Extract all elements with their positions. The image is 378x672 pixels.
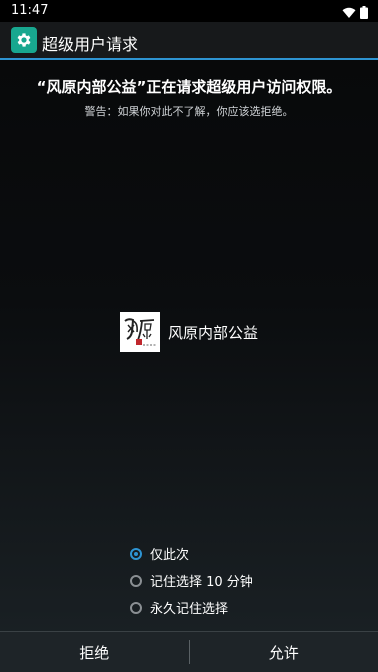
gear-icon: [11, 27, 37, 53]
request-title: “风原内部公益”正在请求超级用户访问权限。: [36, 78, 342, 96]
bottom-button-bar: 拒绝 允许: [0, 631, 378, 672]
option-forever-label: 永久记住选择: [150, 602, 229, 617]
request-warning: 警告：如果你对此不了解，你应该选拒绝。: [84, 105, 294, 118]
radio-forever[interactable]: [130, 601, 142, 614]
allow-button[interactable]: 允许: [190, 632, 378, 672]
status-bar: 11:47: [0, 0, 378, 22]
option-once[interactable]: 仅此次: [130, 540, 253, 567]
radio-10-minutes[interactable]: [130, 574, 142, 587]
option-forever[interactable]: 永久记住选择: [130, 594, 253, 621]
app-name: 风原内部公益: [168, 323, 259, 342]
option-10-minutes[interactable]: 记住选择 10 分钟: [130, 567, 253, 594]
accent-divider: [0, 58, 378, 60]
battery-icon: [360, 4, 368, 23]
app-logo: [120, 312, 160, 352]
radio-once[interactable]: [130, 547, 142, 560]
deny-button[interactable]: 拒绝: [0, 632, 189, 672]
wifi-icon: [342, 4, 356, 23]
option-10-minutes-label: 记住选择 10 分钟: [150, 575, 253, 590]
requesting-app: 风原内部公益: [120, 312, 258, 352]
status-icons: [342, 4, 368, 23]
action-bar-title: 超级用户请求: [42, 35, 139, 54]
duration-radio-group: 仅此次 记住选择 10 分钟 永久记住选择: [130, 540, 253, 621]
option-once-label: 仅此次: [150, 548, 190, 563]
action-bar: 超级用户请求: [0, 22, 378, 58]
status-time: 11:47: [11, 3, 49, 18]
